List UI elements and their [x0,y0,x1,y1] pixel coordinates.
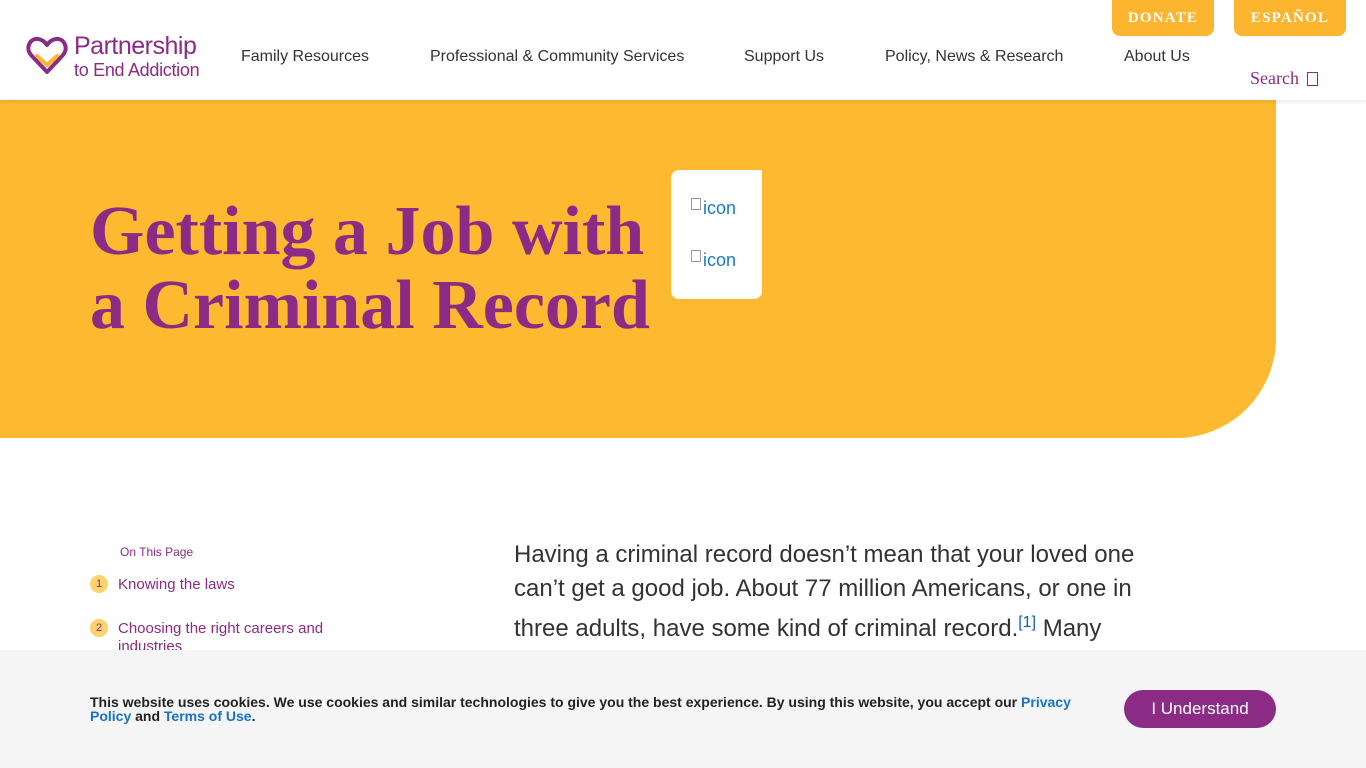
espanol-button[interactable]: ESPAÑOL [1234,0,1346,36]
cookie-message: This website uses cookies. We use cookie… [90,695,1090,723]
page-title-line2: a Criminal Record [90,267,650,344]
intro-paragraph: Having a criminal record doesn’t mean th… [514,538,1154,646]
cookie-accept-button[interactable]: I Understand [1124,690,1276,728]
logo-wordmark-line2: to End Addiction [74,60,200,80]
broken-image-icon [691,249,701,262]
toc-number-badge: 2 [90,619,108,637]
nav-about-us[interactable]: About Us [1124,48,1190,66]
cookie-banner: This website uses cookies. We use cookie… [0,650,1366,768]
logo-wordmark-line1: Partnership [74,32,197,60]
broken-image-icon [691,197,701,210]
toc-item-knowing-the-laws[interactable]: 1 Knowing the laws [90,575,338,594]
terms-of-use-link[interactable]: Terms of Use [164,708,252,724]
heart-logo-icon [26,36,68,74]
nav-professional-community-services[interactable]: Professional & Community Services [430,48,684,66]
page-title-line1: Getting a Job with [90,193,645,270]
site-header: Partnership to End Addiction Family Reso… [0,0,1366,100]
share-card: icon icon [671,170,762,299]
toc-heading: On This Page [120,545,194,559]
donate-button[interactable]: DONATE [1112,0,1214,36]
site-logo[interactable]: Partnership to End Addiction [26,32,200,80]
share-icon-2[interactable]: icon [691,249,737,271]
share-icon-alt-2: icon [703,250,737,270]
toc-item-label: Knowing the laws [118,576,235,593]
cookie-period: . [251,708,256,724]
share-icon-1[interactable]: icon [691,197,737,219]
search-icon [1306,71,1318,86]
nav-family-resources[interactable]: Family Resources [241,48,369,66]
search-button[interactable]: Search [1250,68,1318,89]
search-label: Search [1250,68,1299,88]
page-title: Getting a Job with a Criminal Record [90,195,690,343]
nav-support-us[interactable]: Support Us [744,48,824,66]
toc-number-badge: 1 [90,575,108,593]
footnote-link[interactable]: [1] [1018,614,1036,631]
share-icon-alt-1: icon [703,198,737,218]
nav-policy-news-research[interactable]: Policy, News & Research [885,48,1063,66]
cookie-and: and [131,708,164,724]
intro-text-continued: Many [1036,615,1102,642]
